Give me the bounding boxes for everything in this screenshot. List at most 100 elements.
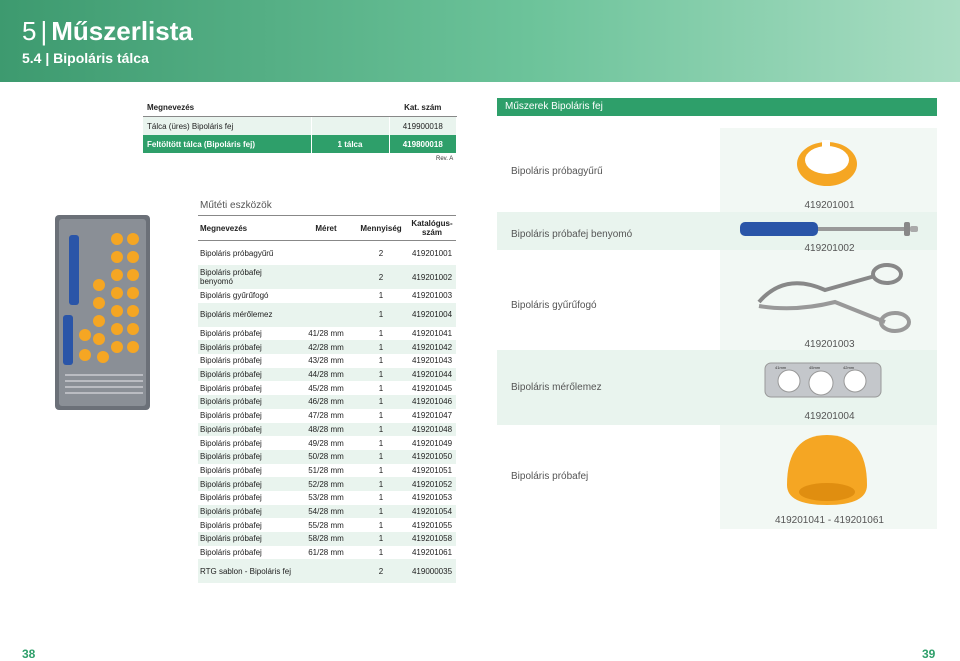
tool-qty: 1 (378, 411, 384, 421)
page-number-right: 39 (922, 647, 936, 661)
table-row: Bipoláris próbafej 55/28 mm 1 419201055 (198, 518, 456, 532)
tool-size: 41/28 mm (308, 329, 344, 339)
tray-col-qty (311, 98, 389, 117)
tool-catalog: 419201061 (411, 548, 453, 558)
trial-ring-image (797, 140, 857, 186)
tool-qty: 1 (378, 548, 384, 558)
tool-qty: 2 (354, 265, 408, 289)
tool-qty: 1 (354, 367, 408, 382)
tool-size (298, 265, 354, 289)
table-row: Bipoláris próbafej 43/28 mm 1 419201043 (198, 354, 456, 368)
tool-name: Bipoláris próbafej (200, 493, 262, 503)
tool-catalog: 419201045 (411, 383, 453, 393)
tool-name: Bipoláris próbafej (198, 395, 298, 409)
tool-catalog: 419201053 (411, 493, 453, 503)
table-row: Bipoláris próbafej 45/28 mm 1 419201045 (198, 381, 456, 395)
tool-size: 52/28 mm (298, 477, 354, 491)
tool-name: RTG sablon - Bipoláris fej (198, 559, 298, 584)
tray-cell: Tálca (üres) Bipoláris fej (143, 116, 312, 135)
tool-name: Bipoláris próbafej (198, 449, 298, 464)
tool-name: Bipoláris próbafej (198, 504, 298, 519)
page-header: 5 | Műszerlista 5.4 | Bipoláris tálca (0, 0, 960, 82)
tool-size (298, 289, 354, 303)
instrument-number: 419201002 (804, 243, 855, 254)
table-row: Bipoláris mérőlemez 1 419201004 (198, 302, 456, 327)
sizing-plate-image: 41mm 45mm 42mm (764, 362, 882, 398)
tool-size: 49/28 mm (308, 438, 344, 448)
page-number-left: 38 (22, 647, 36, 661)
tool-qty: 1 (378, 438, 384, 448)
tool-qty: 1 (378, 383, 384, 393)
tool-qty: 1 (378, 520, 384, 530)
revision-label: Rev. A (436, 156, 454, 162)
plate-label: 42mm (843, 365, 855, 370)
tool-catalog: 419201041 (411, 329, 453, 339)
tray-cell: 1 tálca (311, 135, 390, 153)
tool-qty: 1 (354, 422, 408, 437)
tools-table-body: Bipoláris próbagyűrű 2 419201001 Bipoláris … (198, 241, 456, 584)
tool-size (298, 302, 354, 327)
tool-catalog: 419201048 (408, 422, 456, 437)
tool-size: 53/28 mm (308, 493, 344, 503)
table-row: Bipoláris próbafej benyomó 2 419201002 (198, 265, 456, 289)
tool-name: Bipoláris próbafej (200, 520, 262, 530)
instruments-panel: Bipoláris próbagyűrű 419201001 Bipoláris… (497, 128, 937, 529)
tool-name: Bipoláris próbafej (200, 548, 262, 558)
tool-name: Bipoláris próbafej (200, 438, 262, 448)
tool-name: Bipoláris próbafej (200, 465, 262, 475)
tool-name: Bipoláris próbafej (198, 422, 298, 437)
instrument-number: 419201003 (804, 339, 855, 350)
table-row: Bipoláris próbafej 54/28 mm 1 419201054 (198, 504, 456, 519)
col-catalog: Katalógus-szám (408, 215, 456, 241)
table-row: Bipoláris próbafej 46/28 mm 1 419201046 (198, 395, 456, 409)
instruments-header: Műszerek Bipoláris fej (497, 98, 937, 116)
tool-catalog: 419000035 (408, 559, 456, 584)
table-row: Bipoláris próbafej 42/28 mm 1 419201042 (198, 340, 456, 355)
tool-name: Bipoláris próbafej (200, 383, 262, 393)
ring-forceps-image (757, 263, 911, 333)
tool-qty: 1 (354, 477, 408, 491)
tool-size: 47/28 mm (308, 411, 344, 421)
tool-name: Bipoláris próbafej (200, 329, 262, 339)
table-row: RTG sablon - Bipoláris fej 2 419000035 (198, 559, 456, 584)
tool-size: 50/28 mm (298, 449, 354, 464)
tool-catalog: 419201051 (411, 465, 453, 475)
tray-cell: 419800018 (389, 135, 457, 153)
tool-catalog: 419201004 (408, 302, 456, 327)
tool-qty: 1 (354, 302, 408, 327)
tool-name: Bipoláris próbafej (198, 367, 298, 382)
tool-size: 45/28 mm (308, 383, 344, 393)
table-row: Bipoláris próbafej 47/28 mm 1 419201047 (198, 409, 456, 423)
col-qty: Mennyiség (354, 215, 408, 241)
tool-name: Bipoláris próbafej (200, 356, 262, 366)
tool-qty: 1 (354, 532, 408, 546)
tray-table: Megnevezés Kat. szám Tálca (üres) Bipolá… (143, 98, 457, 153)
tool-catalog: 419201052 (408, 477, 456, 491)
table-row: Bipoláris próbafej 58/28 mm 1 419201058 (198, 532, 456, 546)
section-subtitle: 5.4 | Bipoláris tálca (22, 50, 149, 66)
tool-catalog: 419201003 (411, 291, 453, 301)
tool-catalog: 419201046 (408, 395, 456, 409)
tray-col-name: Megnevezés (143, 98, 311, 117)
tool-catalog: 419201042 (408, 340, 456, 355)
tool-qty: 1 (354, 340, 408, 355)
tool-size: 61/28 mm (308, 548, 344, 558)
plate-label: 41mm (775, 365, 787, 370)
table-row: Bipoláris próbafej 53/28 mm 1 419201053 (198, 491, 456, 505)
tool-size: 58/28 mm (298, 532, 354, 546)
table-row: Bipoláris próbafej 48/28 mm 1 419201048 (198, 422, 456, 437)
tool-size (298, 559, 354, 584)
instrument-number: 419201001 (804, 200, 855, 211)
tray-table-header: Megnevezés Kat. szám (143, 98, 457, 117)
tool-qty: 1 (354, 395, 408, 409)
tool-size: 55/28 mm (308, 520, 344, 530)
tool-name: Bipoláris próbafej benyomó (198, 265, 298, 289)
tool-name: Bipoláris próbafej (198, 532, 298, 546)
instrument-label: Bipoláris próbafej (511, 471, 589, 482)
tool-qty: 2 (354, 559, 408, 584)
tool-catalog: 419201055 (411, 520, 453, 530)
impactor-image (740, 222, 918, 236)
tools-table-header: Megnevezés Méret Mennyiség Katalógus-szá… (198, 215, 456, 241)
tool-qty: 1 (378, 356, 384, 366)
tool-qty: 1 (378, 329, 384, 339)
